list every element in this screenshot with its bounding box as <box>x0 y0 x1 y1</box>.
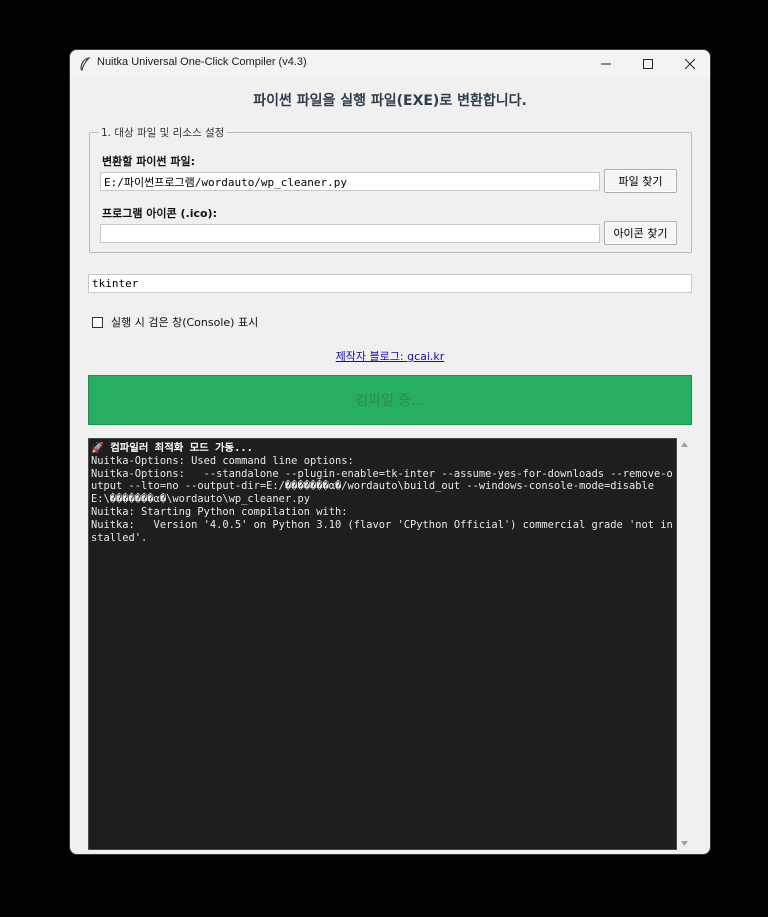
source-file-label: 변환할 파이썬 파일: <box>102 153 195 169</box>
browse-file-button[interactable]: 파일 찾기 <box>604 169 677 193</box>
console-line: Nuitka-Options: --standalone --plugin-en… <box>91 468 674 506</box>
console-line: 🚀 컴파일러 최적화 모드 가동... <box>91 442 674 455</box>
target-file-group: 1. 대상 파일 및 리소스 설정 변환할 파이썬 파일: 파일 찾기 프로그램… <box>89 132 692 253</box>
author-blog-link-text[interactable]: 제작자 블로그: gcai.kr <box>336 350 445 363</box>
scroll-down-icon[interactable] <box>681 841 688 846</box>
author-blog-link[interactable]: 제작자 블로그: gcai.kr <box>70 348 710 364</box>
page-heading: 파이썬 파일을 실행 파일(EXE)로 변환합니다. <box>70 90 710 110</box>
title-bar[interactable]: Nuitka Universal One-Click Compiler (v4.… <box>70 50 710 77</box>
console-line: Nuitka: Version '4.0.5' on Python 3.10 (… <box>91 519 674 545</box>
console-line: Nuitka-Options: Used command line option… <box>91 455 674 468</box>
group-legend: 1. 대상 파일 및 리소스 설정 <box>98 125 227 140</box>
window-title: Nuitka Universal One-Click Compiler (v4.… <box>97 56 307 68</box>
console-option[interactable]: 실행 시 검은 창(Console) 표시 <box>92 314 258 330</box>
icon-file-label: 프로그램 아이콘 (.ico): <box>102 205 217 221</box>
compile-button[interactable]: 컴파일 중... <box>88 375 692 425</box>
browse-icon-button[interactable]: 아이콘 찾기 <box>604 221 677 245</box>
feather-icon <box>79 56 91 70</box>
minimize-icon <box>601 59 611 69</box>
close-icon <box>685 59 695 69</box>
console-output[interactable]: 🚀 컴파일러 최적화 모드 가동... Nuitka-Options: Used … <box>88 438 677 850</box>
minimize-button[interactable] <box>584 50 628 77</box>
maximize-button[interactable] <box>626 50 670 77</box>
plugin-input[interactable] <box>88 274 692 293</box>
maximize-icon <box>643 59 653 69</box>
console-scrollbar[interactable] <box>677 438 692 850</box>
console-checkbox[interactable] <box>92 317 103 328</box>
scroll-up-icon[interactable] <box>681 442 688 447</box>
console-checkbox-label: 실행 시 검은 창(Console) 표시 <box>111 314 258 330</box>
source-file-input[interactable] <box>100 172 600 191</box>
icon-file-input[interactable] <box>100 224 600 243</box>
app-window: Nuitka Universal One-Click Compiler (v4.… <box>69 49 711 855</box>
console-line: Nuitka: Starting Python compilation with… <box>91 506 674 519</box>
close-button[interactable] <box>668 50 711 77</box>
